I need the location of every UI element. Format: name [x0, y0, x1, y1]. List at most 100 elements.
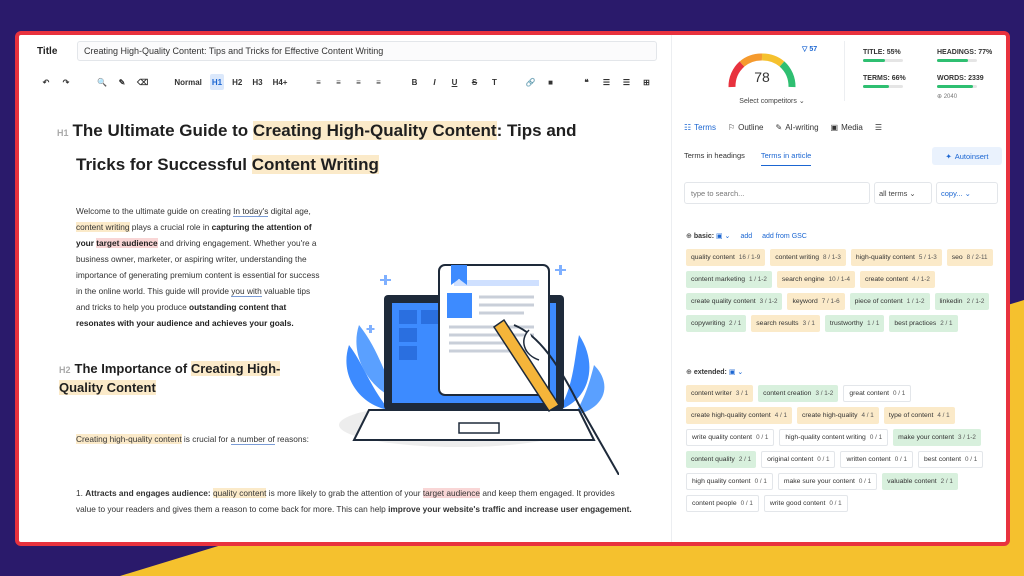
term-text: create quality content: [691, 298, 756, 305]
term-chip[interactable]: content writer 3 / 1: [686, 385, 754, 402]
term-text: copywriting: [691, 320, 725, 327]
term-chip[interactable]: search results 3 / 1: [751, 315, 820, 332]
term-chip[interactable]: content people 0 / 1: [686, 495, 759, 512]
h2-button[interactable]: H2: [230, 74, 244, 90]
intro-paragraph[interactable]: Welcome to the ultimate guide on creatin…: [76, 203, 326, 331]
underline-button[interactable]: U: [447, 74, 461, 90]
term-chip[interactable]: create high-quality 4 / 1: [797, 407, 879, 424]
align-justify-icon[interactable]: ≡: [371, 74, 385, 90]
term-chip[interactable]: linkedin 2 / 1-2: [934, 293, 990, 310]
add-from-gsc-link[interactable]: add from GSC: [762, 233, 807, 240]
term-chip[interactable]: copywriting 2 / 1: [686, 315, 747, 332]
settings-icon[interactable]: ☰: [875, 123, 882, 132]
redo-icon[interactable]: ↷: [59, 74, 73, 90]
term-chip[interactable]: write good content 0 / 1: [763, 495, 848, 512]
term-chip[interactable]: valuable content 2 / 1: [882, 473, 958, 490]
term-chip[interactable]: content marketing 1 / 1-2: [686, 271, 772, 288]
term-text: best practices: [894, 320, 937, 327]
link-icon[interactable]: 🔗: [523, 74, 537, 90]
term-chip[interactable]: content creation 3 / 1-2: [758, 385, 839, 402]
term-text: make sure your content: [783, 478, 855, 485]
term-chip[interactable]: high-quality content 5 / 1-3: [850, 249, 942, 266]
quote-icon[interactable]: ❝: [579, 74, 593, 90]
term-count: 4 / 1-2: [912, 276, 930, 283]
term-chip[interactable]: high-quality content writing 0 / 1: [779, 429, 889, 446]
score-value: 78: [754, 69, 770, 85]
tab-ai-writing[interactable]: ✎ AI-writing: [775, 123, 818, 132]
paragraph-list-item[interactable]: 1. Attracts and engages audience: qualit…: [76, 485, 636, 517]
term-chip[interactable]: written content 0 / 1: [840, 451, 913, 468]
term-chip[interactable]: high quality content 0 / 1: [686, 473, 773, 490]
undo-icon[interactable]: ↶: [39, 74, 53, 90]
add-basic-link[interactable]: add: [740, 233, 752, 240]
term-chip[interactable]: content quality 2 / 1: [686, 451, 757, 468]
term-chip[interactable]: great content 0 / 1: [843, 385, 912, 402]
competitors-count[interactable]: ▽ 57: [802, 45, 817, 53]
pen-icon[interactable]: ✎: [115, 74, 129, 90]
term-chip[interactable]: best content 0 / 1: [917, 451, 984, 468]
term-chip[interactable]: create content 4 / 1-2: [859, 271, 935, 288]
autoinsert-button[interactable]: ✦ Autoinsert: [932, 147, 1002, 165]
term-chip[interactable]: content writing 8 / 1-3: [770, 249, 846, 266]
article-h1[interactable]: H1 The Ultimate Guide to Creating High-Qu…: [57, 115, 657, 181]
align-left-icon[interactable]: ≡: [311, 74, 325, 90]
tab-outline[interactable]: ⚐ Outline: [728, 123, 764, 132]
article-h2[interactable]: H2 The Importance of Creating High-Qualit…: [59, 360, 319, 396]
term-chip[interactable]: piece of content 1 / 1-2: [849, 293, 930, 310]
terms-filter-select[interactable]: all terms ⌄: [874, 182, 932, 204]
copy-dropdown[interactable]: copy... ⌄: [936, 182, 998, 204]
terms-search-input[interactable]: type to search...: [684, 182, 870, 204]
bullet-list-icon[interactable]: ☰: [599, 74, 613, 90]
search-icon[interactable]: 🔍: [95, 74, 109, 90]
bookmark-icon[interactable]: ■: [543, 74, 557, 90]
term-count: 3 / 1: [802, 320, 815, 327]
tab-media[interactable]: ▣ Media: [831, 123, 863, 132]
title-input[interactable]: Creating High-Quality Content: Tips and …: [77, 41, 657, 61]
term-chip[interactable]: type of content 4 / 1: [883, 407, 955, 424]
terms-search-row: type to search... all terms ⌄ copy... ⌄: [684, 182, 998, 204]
align-right-icon[interactable]: ≡: [351, 74, 365, 90]
h2-marker: H2: [59, 365, 71, 375]
tab-terms[interactable]: ☷ Terms: [684, 123, 716, 132]
h3-button[interactable]: H3: [250, 74, 264, 90]
term-text: create high-quality: [802, 412, 858, 419]
term-text: valuable content: [887, 478, 937, 485]
term-chip[interactable]: create quality content 3 / 1-2: [686, 293, 783, 310]
clear-format-icon[interactable]: T: [487, 74, 501, 90]
numbered-list-icon[interactable]: ☰: [619, 74, 633, 90]
title-row: Title Creating High-Quality Content: Tip…: [37, 41, 657, 61]
term-count: 0 / 1: [964, 456, 978, 463]
term-text: great content: [849, 390, 889, 397]
term-chip[interactable]: trustworthy 1 / 1: [824, 315, 885, 332]
term-text: trustworthy: [829, 320, 864, 327]
term-text: make your content: [898, 434, 955, 441]
term-count: 4 / 1: [937, 412, 950, 419]
term-chip[interactable]: keyword 7 / 1-6: [787, 293, 845, 310]
term-count: 0 / 1: [858, 478, 872, 485]
paragraph-reasons[interactable]: Creating high-quality content is crucial…: [76, 431, 316, 447]
term-count: 0 / 1: [829, 500, 842, 507]
h1-button[interactable]: H1: [209, 74, 225, 90]
h4-button[interactable]: H4+: [271, 74, 290, 90]
term-chip[interactable]: write quality content 0 / 1: [686, 429, 775, 446]
align-center-icon[interactable]: ≡: [331, 74, 345, 90]
italic-button[interactable]: I: [427, 74, 441, 90]
term-chip[interactable]: quality content 16 / 1-9: [686, 249, 766, 266]
strikethrough-button[interactable]: S: [467, 74, 481, 90]
laptop-illustration: [339, 264, 619, 475]
term-chip[interactable]: make your content 3 / 1-2: [893, 429, 981, 446]
term-chip[interactable]: search engine 10 / 1-4: [776, 271, 855, 288]
bold-button[interactable]: B: [407, 74, 421, 90]
subtab-terms-in-article[interactable]: Terms in article: [760, 151, 812, 166]
term-chip[interactable]: best practices 2 / 1: [889, 315, 958, 332]
table-icon[interactable]: ⊞: [639, 74, 653, 90]
term-chip[interactable]: seo 8 / 2-11: [946, 249, 993, 266]
term-chip[interactable]: original content 0 / 1: [761, 451, 836, 468]
term-text: type of content: [888, 412, 934, 419]
eraser-icon[interactable]: ⌫: [135, 74, 150, 90]
term-chip[interactable]: make sure your content 0 / 1: [777, 473, 878, 490]
term-chip[interactable]: create high-quality content 4 / 1: [686, 407, 792, 424]
normal-style-button[interactable]: Normal: [172, 74, 204, 90]
select-competitors-button[interactable]: Select competitors ⌄: [722, 97, 822, 105]
subtab-terms-in-headings[interactable]: Terms in headings: [684, 151, 745, 166]
